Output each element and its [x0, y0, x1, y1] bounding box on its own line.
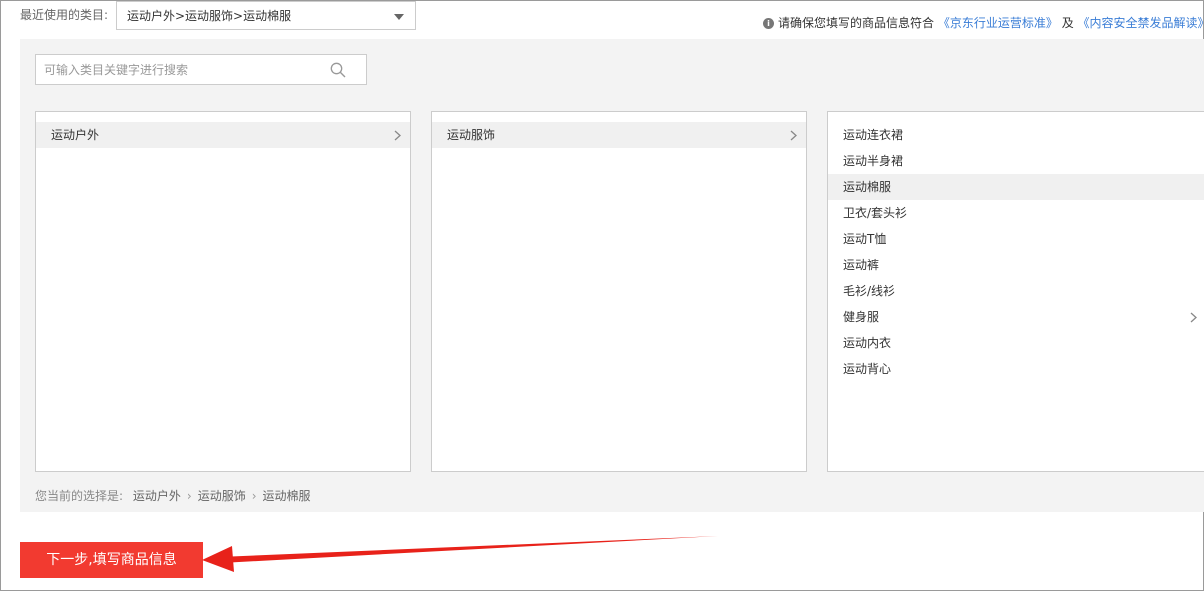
notice-text: 请确保您填写的商品信息符合: [778, 16, 935, 30]
category-item-label: 毛衫/线衫: [843, 284, 896, 298]
category-search-box: [35, 54, 367, 85]
category-item-label: 运动户外: [51, 128, 100, 142]
category-item-label: 运动服饰: [447, 128, 496, 142]
category-column-level2: 运动服饰: [431, 111, 807, 472]
category-item-label: 健身服: [843, 310, 880, 324]
breadcrumb-level1: 运动户外: [132, 489, 181, 503]
chevron-right-icon: [1190, 312, 1197, 323]
category-item-label: 卫衣/套头衫: [843, 206, 908, 220]
category-item-label: 运动半身裙: [843, 154, 904, 168]
breadcrumb-separator-icon: ›: [186, 489, 192, 503]
current-selection-breadcrumb: 您当前的选择是: 运动户外 › 运动服饰 › 运动棉服: [35, 488, 311, 504]
category-item[interactable]: 运动半身裙: [828, 148, 1204, 174]
category-item[interactable]: 健身服: [828, 304, 1204, 330]
info-icon: i: [763, 18, 774, 29]
category-item-label: 运动内衣: [843, 336, 892, 350]
category-item-label: 运动裤: [843, 258, 880, 272]
category-item[interactable]: 运动连衣裙: [828, 122, 1204, 148]
chevron-right-icon: [790, 130, 797, 141]
category-item[interactable]: 运动棉服: [828, 174, 1204, 200]
category-item[interactable]: 运动T恤: [828, 226, 1204, 252]
category-item[interactable]: 运动裤: [828, 252, 1204, 278]
category-item[interactable]: 运动内衣: [828, 330, 1204, 356]
caret-down-icon: [394, 14, 404, 20]
category-item-label: 运动背心: [843, 362, 892, 376]
compliance-notice: i 请确保您填写的商品信息符合 《京东行业运营标准》 及 《内容安全禁发品解读》: [763, 15, 1204, 31]
current-selection-label: 您当前的选择是:: [35, 489, 124, 503]
chevron-right-icon: [394, 130, 401, 141]
category-column-level1: 运动户外: [35, 111, 411, 472]
category-search-input[interactable]: [44, 61, 314, 79]
breadcrumb-separator-icon: ›: [251, 489, 257, 503]
category-item-label: 运动棉服: [843, 180, 892, 194]
content-safety-link[interactable]: 《内容安全禁发品解读》: [1078, 16, 1204, 30]
category-item[interactable]: 运动背心: [828, 356, 1204, 382]
recent-category-value: 运动户外>运动服饰>运动棉服: [127, 9, 292, 23]
notice-and: 及: [1061, 16, 1074, 30]
category-column-level3: 运动连衣裙运动半身裙运动棉服卫衣/套头衫 运动T恤运动裤毛衫/线衫健身服运动内衣运…: [827, 111, 1204, 472]
category-item-label: 运动连衣裙: [843, 128, 904, 142]
category-item[interactable]: 运动服饰: [432, 122, 806, 148]
category-item[interactable]: 卫衣/套头衫: [828, 200, 1204, 226]
recent-category-select[interactable]: 运动户外>运动服饰>运动棉服: [116, 1, 416, 30]
breadcrumb-level3: 运动棉服: [262, 489, 311, 503]
category-item[interactable]: 运动户外: [36, 122, 410, 148]
category-panel: 运动户外 运动服饰 运动连衣裙运动半身裙运动棉服卫衣/套头衫运动T恤运动裤毛衫/…: [20, 39, 1204, 512]
next-step-button[interactable]: 下一步,填写商品信息: [20, 542, 203, 578]
recent-category-label: 最近使用的类目:: [20, 8, 109, 22]
breadcrumb-level2: 运动服饰: [197, 489, 246, 503]
category-item-label: 运动T恤: [843, 232, 887, 246]
industry-standard-link[interactable]: 《京东行业运营标准》: [938, 16, 1058, 30]
category-item[interactable]: 毛衫/线衫: [828, 278, 1204, 304]
search-icon[interactable]: [330, 62, 346, 78]
